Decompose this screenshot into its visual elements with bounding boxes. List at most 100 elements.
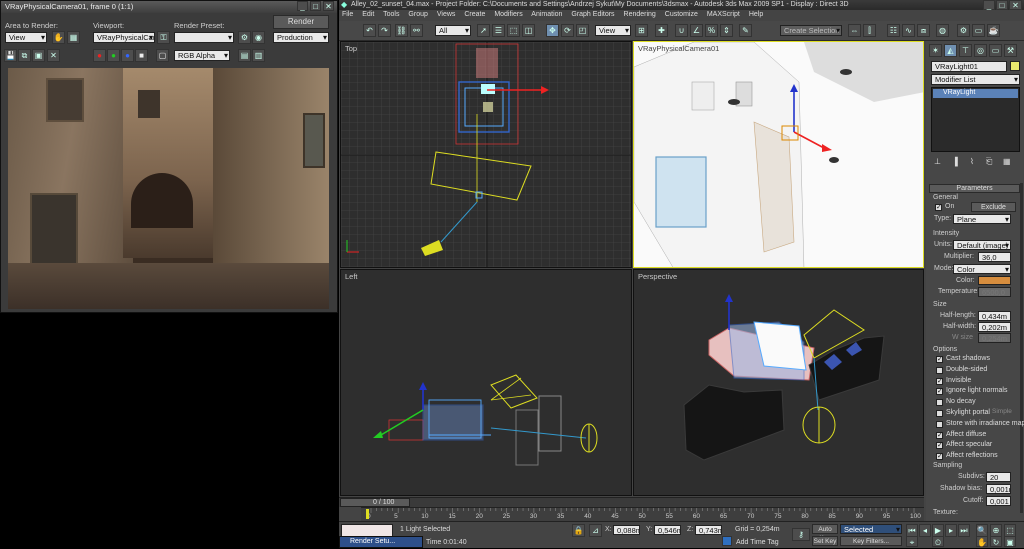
menu-rendering[interactable]: Rendering [624, 11, 656, 18]
channel-dropdown[interactable]: RGB Alpha [174, 50, 230, 61]
red-channel-icon[interactable]: ● [93, 49, 106, 62]
select-manipulate-icon[interactable]: ✚ [655, 24, 668, 37]
remove-modifier-icon[interactable]: ⎗ [986, 157, 992, 167]
exclude-button[interactable]: Exclude [971, 202, 1016, 212]
option-checkbox-5[interactable] [936, 410, 943, 417]
render-production-icon[interactable]: ☕ [987, 24, 1000, 37]
absolute-mode-icon[interactable]: ⊿ [589, 524, 602, 537]
utilities-tab-icon[interactable]: ⚒ [1004, 44, 1017, 57]
multiplier-spinner[interactable]: 36,0 [978, 252, 1011, 262]
lock-icon[interactable]: ⚿ [157, 31, 170, 44]
named-selection-dropdown[interactable]: Create Selection Set [780, 25, 842, 36]
viewport-top-label[interactable]: Top [345, 44, 357, 53]
taskbar-render-setup[interactable]: Render Setu... [339, 536, 423, 548]
light-color-swatch[interactable] [978, 276, 1011, 285]
x-coordinate-field[interactable]: 0,088m [613, 525, 640, 535]
maximize-icon[interactable]: □ [310, 1, 321, 11]
option-checkbox-3[interactable] [936, 388, 943, 396]
command-panel-scrollbar[interactable] [1020, 183, 1023, 513]
motion-tab-icon[interactable]: ◎ [974, 44, 987, 57]
area-to-render-dropdown[interactable]: View [5, 32, 47, 43]
mode-dropdown[interactable]: Color [953, 264, 1011, 274]
production-dropdown[interactable]: Production [273, 32, 329, 43]
menu-views[interactable]: Views [437, 11, 456, 18]
rendered-frame-icon[interactable]: ▭ [972, 24, 985, 37]
undo-icon[interactable]: ↶ [363, 24, 376, 37]
ref-coord-dropdown[interactable]: View [595, 25, 631, 36]
viewport-camera-label[interactable]: VRayPhysicalCamera01 [638, 44, 719, 53]
display-channel-icon[interactable]: ▤ [238, 49, 251, 62]
next-frame-icon[interactable]: ▸ [945, 524, 957, 537]
object-color-swatch[interactable] [1010, 61, 1020, 71]
select-link-icon[interactable]: ⛓ [395, 24, 408, 37]
redo-icon[interactable]: ↷ [378, 24, 391, 37]
hierarchy-tab-icon[interactable]: ⊤ [959, 44, 972, 57]
time-tag-icon[interactable] [722, 536, 732, 546]
previous-frame-icon[interactable]: ◂ [919, 524, 931, 537]
time-slider-thumb[interactable]: 0 / 100 [340, 498, 410, 507]
create-tab-icon[interactable]: ✶ [929, 44, 942, 57]
option-checkbox-7[interactable] [936, 431, 943, 439]
schematic-view-icon[interactable]: ⧈ [917, 24, 930, 37]
render-button[interactable]: Render [273, 15, 329, 29]
menu-tools[interactable]: Tools [383, 11, 399, 18]
layer-manager-icon[interactable]: ☷ [887, 24, 900, 37]
scale-icon[interactable]: ◰ [576, 24, 589, 37]
align-icon[interactable]: ⫿ [863, 24, 876, 37]
blue-channel-icon[interactable]: ● [121, 49, 134, 62]
pan-icon[interactable]: ✋ [976, 536, 988, 547]
viewport-left[interactable]: Left [340, 269, 632, 496]
viewport-left-label[interactable]: Left [345, 272, 358, 281]
window-crossing-icon[interactable]: ◫ [522, 24, 535, 37]
frame-buffer-icon[interactable]: ▥ [252, 49, 265, 62]
time-slider[interactable]: 0 / 100 [339, 497, 924, 507]
modifier-list-dropdown[interactable]: Modifier List [931, 74, 1020, 85]
option-checkbox-2[interactable] [936, 377, 943, 385]
menu-animation[interactable]: Animation [531, 11, 562, 18]
subdivs-spinner[interactable]: 20 [986, 472, 1011, 482]
menu-help[interactable]: Help [749, 11, 763, 18]
pivot-icon[interactable]: ⊞ [635, 24, 648, 37]
option-checkbox-4[interactable] [936, 399, 943, 407]
menu-customize[interactable]: Customize [665, 11, 698, 18]
z-coordinate-field[interactable]: 0,743m [695, 525, 722, 535]
show-end-result-icon[interactable]: ▐ [952, 157, 958, 166]
copy-image-icon[interactable]: ⧉ [18, 49, 31, 62]
minimize-icon[interactable]: _ [297, 1, 308, 11]
main-maximize-icon[interactable]: □ [996, 0, 1008, 10]
move-icon[interactable]: ✥ [546, 24, 559, 37]
units-dropdown[interactable]: Default (image) [953, 240, 1011, 250]
render-window-titlebar[interactable]: VRayPhysicalCamera01, frame 0 (1:1) _ □ … [1, 1, 337, 13]
alpha-channel-icon[interactable]: ■ [135, 49, 148, 62]
menu-modifiers[interactable]: Modifiers [494, 11, 522, 18]
menu-create[interactable]: Create [464, 11, 485, 18]
cutoff-spinner[interactable]: 0,001 [986, 496, 1011, 506]
main-close-icon[interactable]: ✕ [1009, 0, 1022, 10]
viewport-top[interactable]: Top [340, 41, 632, 268]
viewport-camera[interactable]: VRayPhysicalCamera01 [633, 41, 924, 268]
add-time-tag[interactable]: Add Time Tag [736, 539, 779, 546]
go-to-end-icon[interactable]: ⏭ [958, 524, 970, 537]
select-object-icon[interactable]: ➚ [477, 24, 490, 37]
mirror-icon[interactable]: ⇔ [848, 24, 861, 37]
option-checkbox-9[interactable] [936, 453, 943, 461]
mono-icon[interactable]: ▢ [156, 49, 169, 62]
viewport-perspective-label[interactable]: Perspective [638, 272, 677, 281]
select-by-name-icon[interactable]: ☰ [492, 24, 505, 37]
main-minimize-icon[interactable]: _ [983, 0, 995, 10]
main-titlebar[interactable]: ◆ Alley_02_sunset_04.max - Project Folde… [339, 0, 1024, 10]
percent-snap-icon[interactable]: % [705, 24, 718, 37]
option-checkbox-8[interactable] [936, 442, 943, 450]
configure-sets-icon[interactable]: ▦ [1003, 157, 1011, 166]
half-length-spinner[interactable]: 0,434m [978, 311, 1011, 321]
pin-stack-icon[interactable]: ⊥ [934, 157, 941, 166]
viewport-dropdown[interactable]: VRayPhysicalCam [93, 32, 155, 43]
parameters-rollout-header[interactable]: Parameters [929, 184, 1020, 193]
unlink-icon[interactable]: ⚯ [410, 24, 423, 37]
key-filters-button[interactable]: Key Filters... [840, 536, 902, 546]
object-name-field[interactable]: VRayLight01 [931, 61, 1007, 72]
make-unique-icon[interactable]: ⌇ [970, 157, 974, 166]
angle-snap-icon[interactable]: ∠ [690, 24, 703, 37]
select-region-icon[interactable]: ⬚ [507, 24, 520, 37]
green-channel-icon[interactable]: ● [107, 49, 120, 62]
